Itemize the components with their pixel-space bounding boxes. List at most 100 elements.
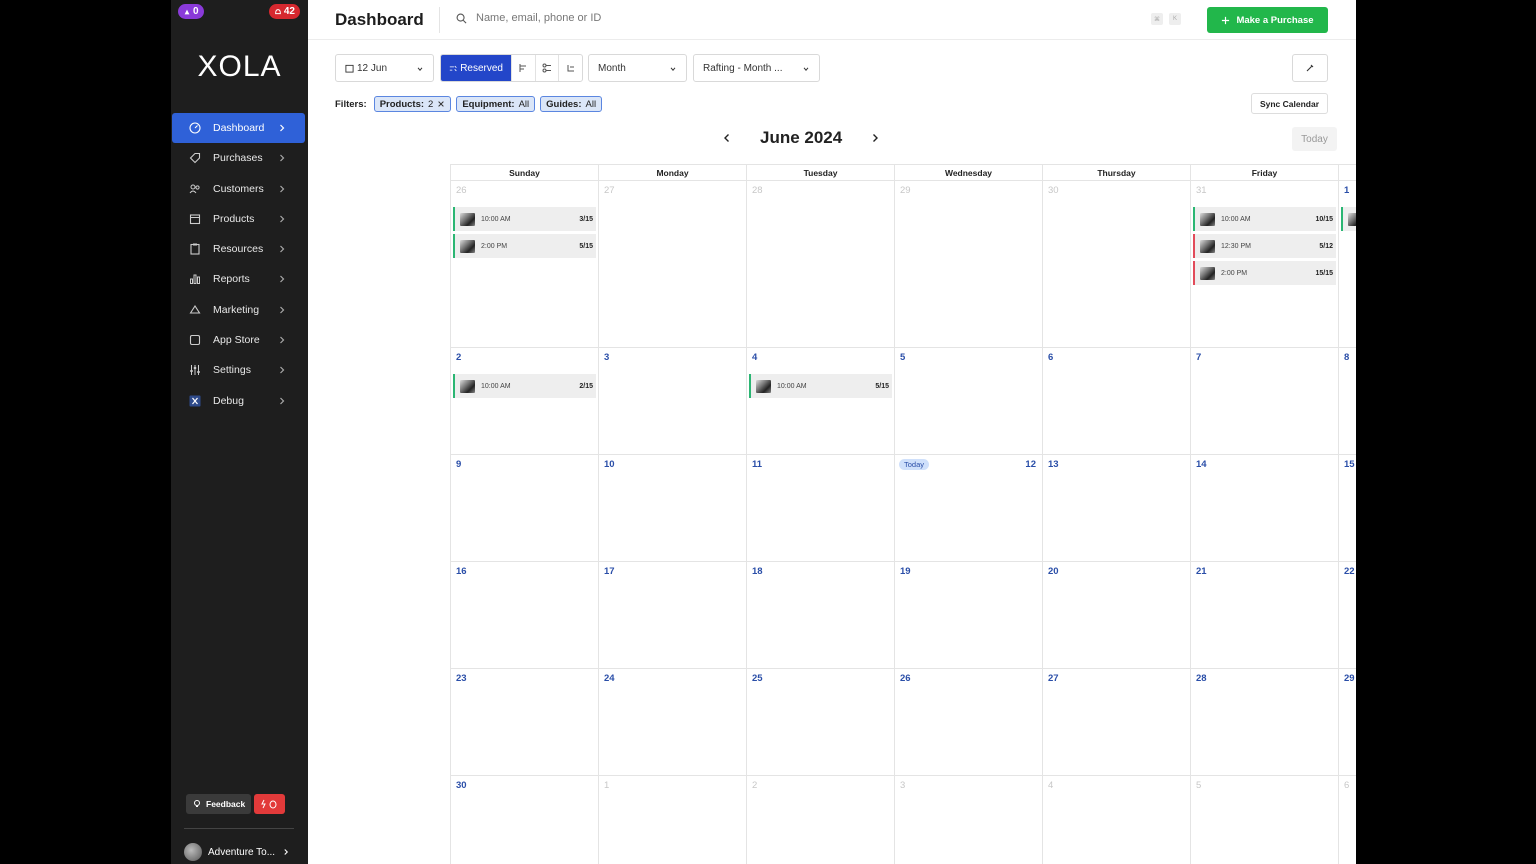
calendar-day-cell[interactable]: 3 xyxy=(598,348,746,454)
plus-icon xyxy=(1222,16,1230,24)
event-thumbnail xyxy=(460,239,475,253)
calendar-day-cell[interactable]: 1 4:30 PM4/15 xyxy=(1338,181,1356,347)
calendar-day-cell[interactable]: 1 xyxy=(598,776,746,864)
calendar-event[interactable]: 10:00 AM 5/15 xyxy=(749,374,892,398)
calendar-day-cell[interactable]: 9 xyxy=(450,455,598,561)
sidebar-divider xyxy=(184,828,294,829)
view-period-select[interactable]: Month xyxy=(588,54,687,82)
calendar-day-cell[interactable]: 27 xyxy=(598,181,746,347)
event-time: 2:00 PM xyxy=(1221,269,1248,277)
account-switcher[interactable]: Adventure To... xyxy=(184,843,291,861)
calendar-day-cell[interactable]: 10 xyxy=(598,455,746,561)
calendar-day-cell[interactable]: 23 xyxy=(450,669,598,775)
feedback-button[interactable]: Feedback xyxy=(186,794,252,814)
calendar-day-cell[interactable]: 15 xyxy=(1338,455,1356,561)
day-number: 29 xyxy=(1344,673,1355,684)
calendar-day-cell[interactable]: 28 xyxy=(1190,669,1338,775)
filter-chip-guides[interactable]: Guides: All xyxy=(540,96,603,112)
calendar-day-cell[interactable]: 6 xyxy=(1042,348,1190,454)
calendar-day-cell[interactable]: 26 10:00 AM 3/15 2:00 PM 5/15 xyxy=(450,181,598,347)
date-picker[interactable]: 12 Jun xyxy=(335,54,434,82)
calendar-day-cell[interactable]: 24 xyxy=(598,669,746,775)
sidebar-item-reports[interactable]: Reports xyxy=(172,264,305,294)
sidebar-item-purchases[interactable]: Purchases xyxy=(172,143,305,173)
sidebar-item-dashboard[interactable]: Dashboard xyxy=(172,113,305,143)
calendar-day-cell[interactable]: 31 10:00 AM 10/15 12:30 PM 5/12 2:00 PM 15/15 xyxy=(1190,181,1338,347)
calendar-day-cell[interactable]: 26 xyxy=(894,669,1042,775)
calendar-event[interactable]: 10:00 AM 10/15 xyxy=(1193,207,1336,231)
calendar-day-cell[interactable]: 5 xyxy=(894,348,1042,454)
day-number: 9 xyxy=(456,459,462,470)
calendar-day-cell[interactable]: 28 xyxy=(746,181,894,347)
calendar-day-cell[interactable]: 21 xyxy=(1190,562,1338,668)
calendar-event[interactable]: 2:00 PM 15/15 xyxy=(1193,261,1336,285)
bell-icon xyxy=(274,8,281,14)
calendar-day-cell[interactable]: 8 xyxy=(1338,348,1356,454)
sidebar-item-resources[interactable]: Resources xyxy=(172,234,305,264)
calendar-day-cell[interactable]: 4 xyxy=(1042,776,1190,864)
calendar-day-cell[interactable]: 18 xyxy=(746,562,894,668)
close-icon[interactable] xyxy=(437,100,445,108)
compact-view-button[interactable] xyxy=(558,55,582,81)
sidebar-item-debug[interactable]: Debug xyxy=(172,386,305,416)
xola-logo[interactable]: XOLA xyxy=(171,50,308,84)
sidebar-item-products[interactable]: Products xyxy=(172,204,305,234)
sidebar-item-marketing[interactable]: Marketing xyxy=(172,295,305,325)
search-input[interactable] xyxy=(476,12,776,24)
calendar-day-cell[interactable]: 2 10:00 AM 2/15 xyxy=(450,348,598,454)
calendar-day-cell[interactable]: 7 xyxy=(1190,348,1338,454)
month-calendar-grid: Sunday Monday Tuesday Wednesday Thursday Frid… xyxy=(450,164,1356,864)
sidebar-item-settings[interactable]: Settings xyxy=(172,355,305,385)
calendar-day-cell[interactable]: 19 xyxy=(894,562,1042,668)
chevron-right-icon xyxy=(280,397,285,405)
calendar-week: 30 1 2 3 4 5 6 xyxy=(450,776,1356,864)
calendar-day-cell[interactable]: 14 xyxy=(1190,455,1338,561)
today-button[interactable]: Today xyxy=(1292,127,1337,151)
calendar-day-cell[interactable]: 22 xyxy=(1338,562,1356,668)
calendar-day-cell[interactable]: 11 xyxy=(746,455,894,561)
calendar-day-cell[interactable]: 2 xyxy=(746,776,894,864)
report-bug-button[interactable] xyxy=(254,794,286,814)
filter-chip-equipment[interactable]: Equipment: All xyxy=(456,96,536,112)
event-time: 10:00 AM xyxy=(1221,215,1251,223)
calendar-tools-button[interactable] xyxy=(1292,54,1328,82)
sidebar-item-app-store[interactable]: App Store xyxy=(172,325,305,355)
calendar-day-cell[interactable]: 25 xyxy=(746,669,894,775)
calendar-day-cell[interactable]: 27 xyxy=(1042,669,1190,775)
calendar-day-cell[interactable]: 5 xyxy=(1190,776,1338,864)
page-title: Dashboard xyxy=(335,10,424,29)
calendar-day-cell[interactable]: 13 xyxy=(1042,455,1190,561)
saved-view-select[interactable]: Rafting - Month ... xyxy=(693,54,820,82)
next-month-button[interactable] xyxy=(868,131,882,145)
day-number: 6 xyxy=(1344,780,1350,791)
calendar-event[interactable]: 12:30 PM 5/12 xyxy=(1193,234,1336,258)
calendar-day-cell[interactable]: 20 xyxy=(1042,562,1190,668)
split-view-button[interactable] xyxy=(534,55,559,81)
sidebar-item-customers[interactable]: Customers xyxy=(172,174,305,204)
calendar-day-cell[interactable]: 6 xyxy=(1338,776,1356,864)
calendar-day-cell[interactable]: 4 10:00 AM 5/15 xyxy=(746,348,894,454)
reserved-view-button[interactable]: Reserved xyxy=(441,55,511,81)
calendar-day-cell[interactable]: 16 xyxy=(450,562,598,668)
filter-chip-products[interactable]: Products: 2 xyxy=(373,96,452,112)
calendar-event[interactable]: 2:00 PM 5/15 xyxy=(453,234,596,258)
chevron-down-icon xyxy=(803,67,809,71)
updates-badge[interactable]: 0 xyxy=(178,4,204,19)
calendar-day-cell[interactable]: Today 12 xyxy=(894,455,1042,561)
calendar-day-cell[interactable]: 3 xyxy=(894,776,1042,864)
calendar-day-cell[interactable]: 29 xyxy=(894,181,1042,347)
calendar-day-cell[interactable]: 29 xyxy=(1338,669,1356,775)
make-purchase-button[interactable]: Make a Purchase xyxy=(1207,7,1328,33)
calendar-event[interactable]: 10:00 AM 2/15 xyxy=(453,374,596,398)
calendar-day-cell[interactable]: 30 xyxy=(450,776,598,864)
chevron-down-icon xyxy=(670,67,676,71)
calendar-event[interactable]: 4:30 PM4/15 xyxy=(1341,207,1356,231)
prev-month-button[interactable] xyxy=(720,131,734,145)
calendar-day-cell[interactable]: 30 xyxy=(1042,181,1190,347)
list-view-button[interactable] xyxy=(511,55,535,81)
notifications-count: 42 xyxy=(283,6,295,17)
calendar-day-cell[interactable]: 17 xyxy=(598,562,746,668)
sync-calendar-button[interactable]: Sync Calendar xyxy=(1251,93,1328,114)
notifications-badge[interactable]: 42 xyxy=(268,4,300,19)
calendar-event[interactable]: 10:00 AM 3/15 xyxy=(453,207,596,231)
